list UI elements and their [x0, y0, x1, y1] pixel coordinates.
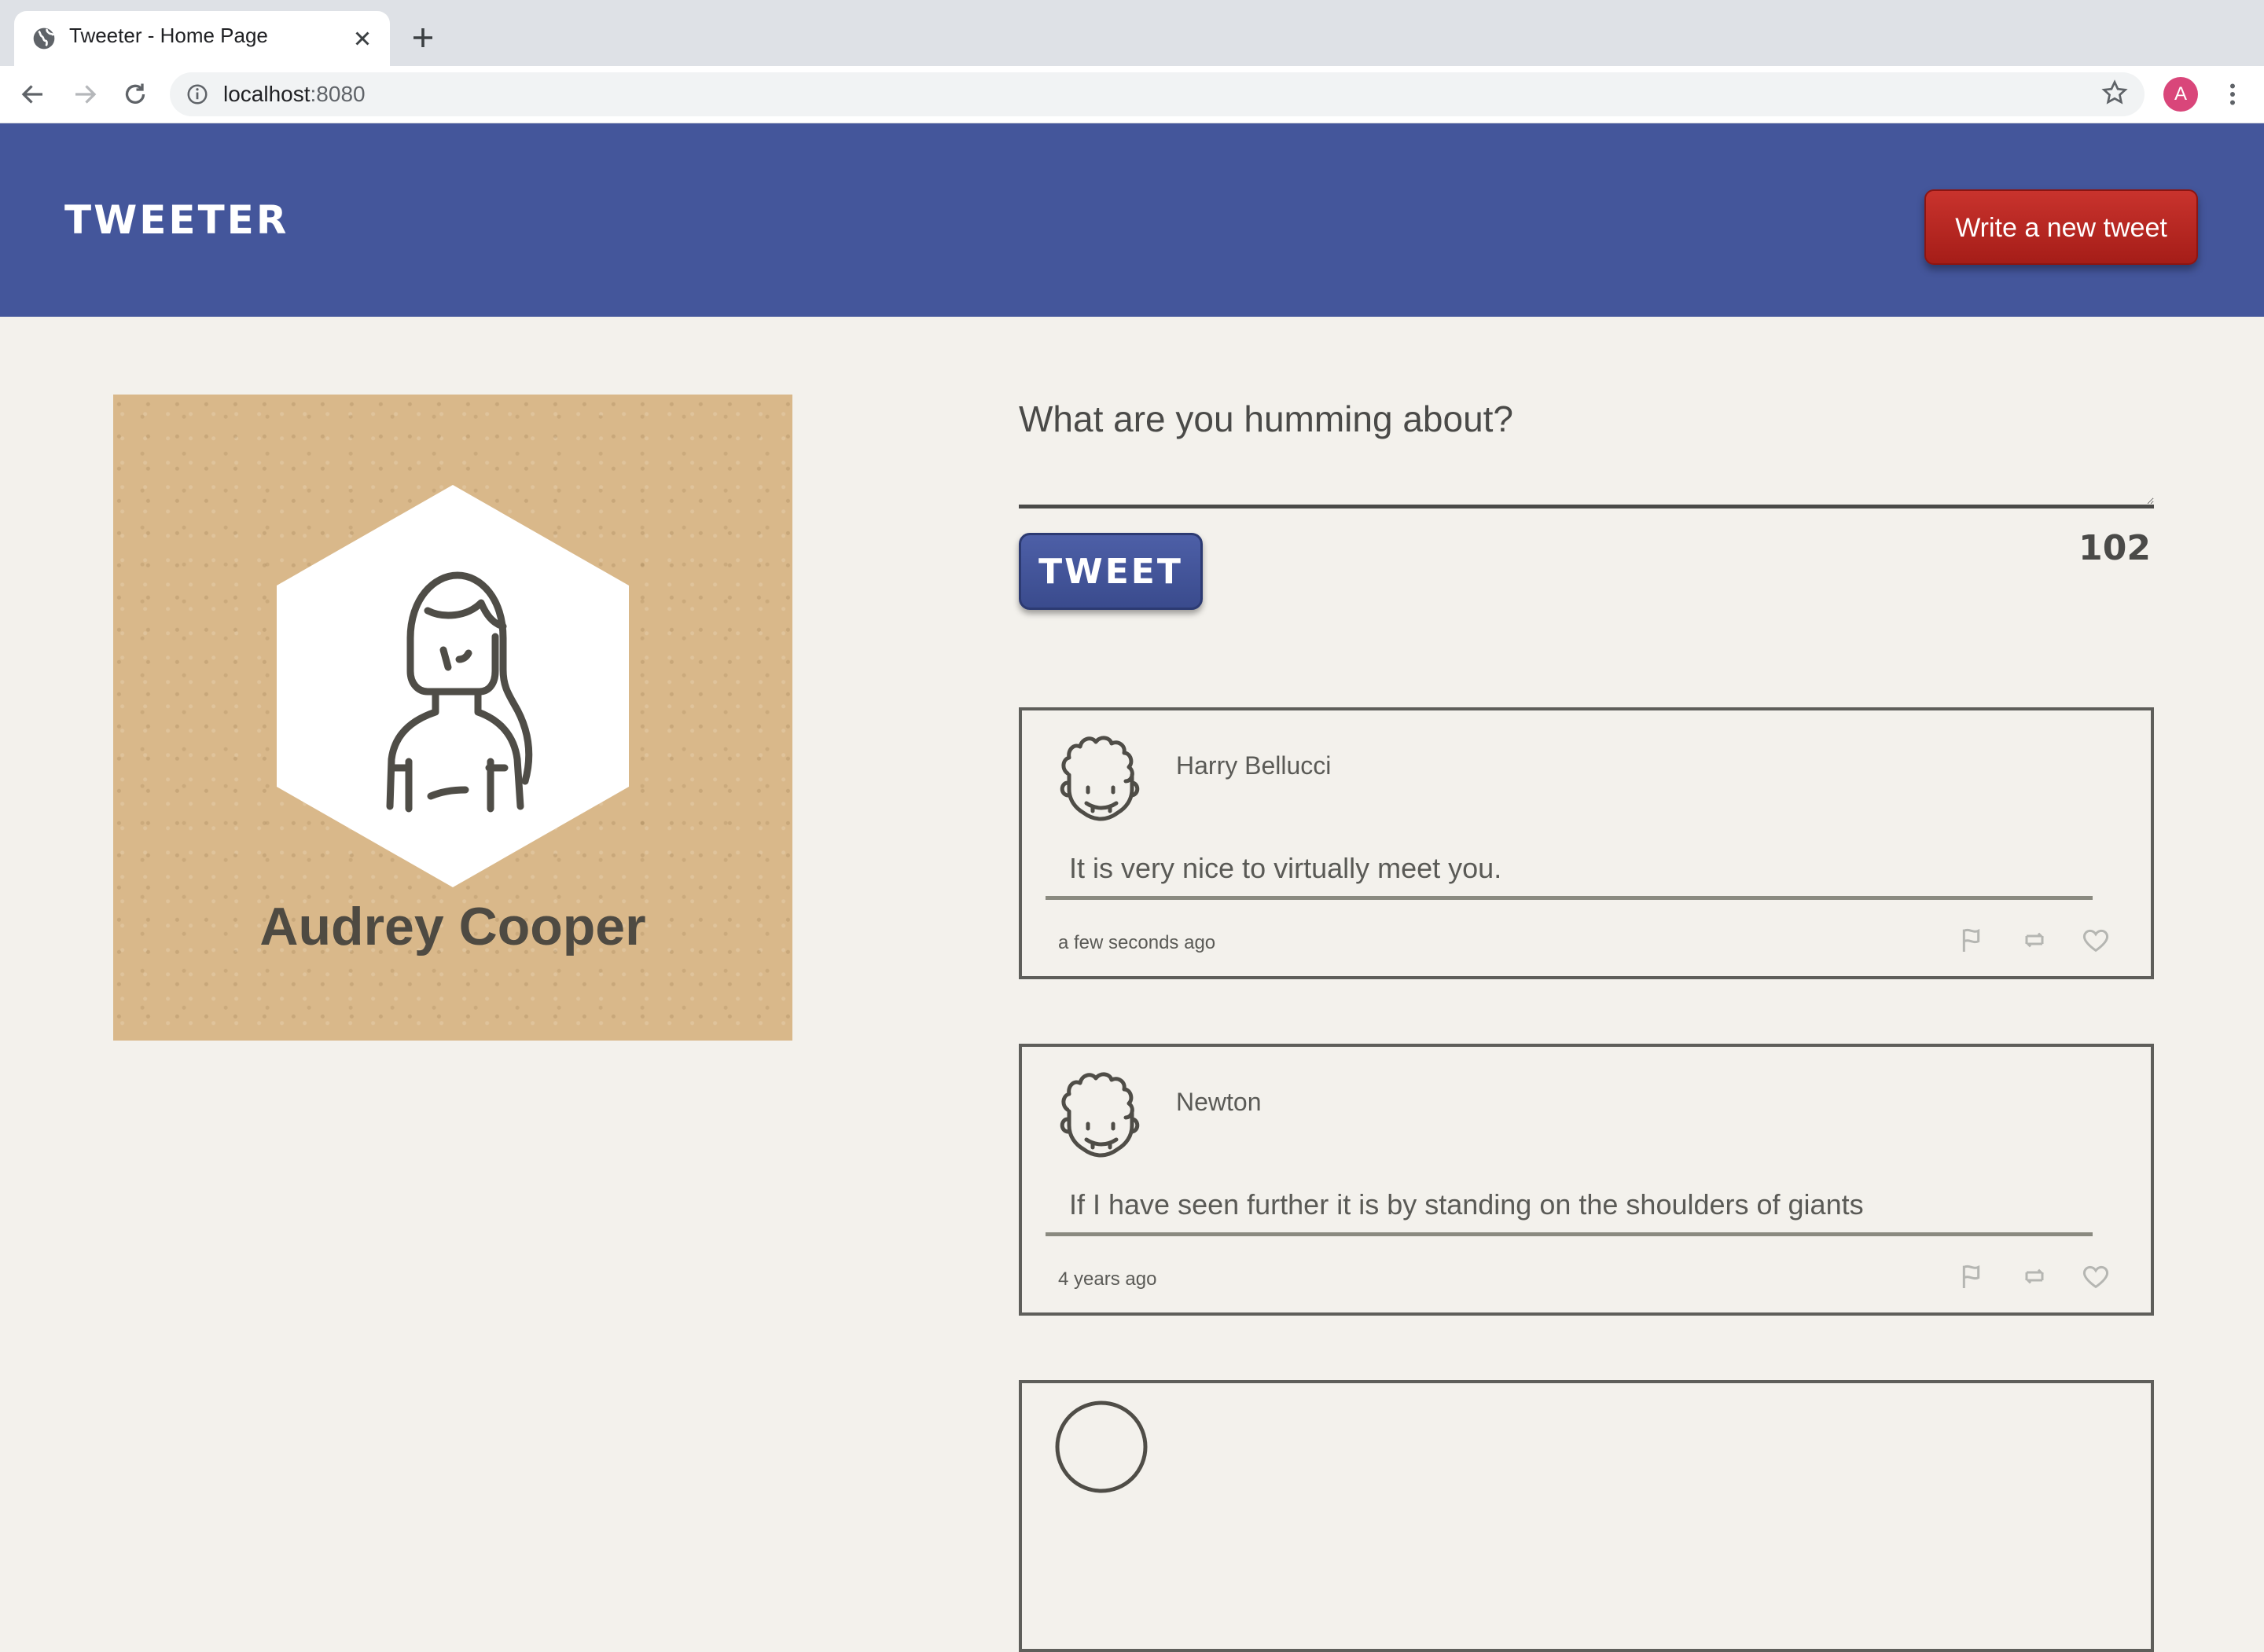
tweet-card	[1019, 1380, 2154, 1652]
tweet-author: Harry Bellucci	[1176, 751, 1332, 780]
write-new-tweet-button[interactable]: Write a new tweet	[1924, 189, 2198, 265]
tweet-input[interactable]	[1019, 440, 2154, 508]
author-avatar-icon	[1060, 1072, 1140, 1158]
flag-icon[interactable]	[1957, 1261, 1989, 1292]
heart-icon[interactable]	[2080, 1261, 2111, 1292]
profile-avatar[interactable]: A	[2163, 77, 2198, 112]
tweet-card: Harry Bellucci It is very nice to virtua…	[1019, 707, 2154, 979]
tweet-card: Newton If I have seen further it is by s…	[1019, 1044, 2154, 1316]
divider	[1046, 1232, 2093, 1236]
retweet-icon[interactable]	[2019, 924, 2050, 956]
user-avatar-icon	[277, 485, 629, 887]
info-icon[interactable]	[186, 83, 209, 106]
tweet-author: Newton	[1176, 1088, 1262, 1116]
url-port: :8080	[310, 82, 366, 106]
browser-toolbar: localhost:8080 A	[0, 66, 2264, 123]
divider	[1046, 896, 2093, 900]
url-host: localhost	[223, 82, 311, 106]
brand-logo: Tweeter	[64, 197, 289, 243]
profile-name: Audrey Cooper	[259, 897, 646, 956]
tweet-timestamp: 4 years ago	[1058, 1268, 1157, 1290]
tweet-text: If I have seen further it is by standing…	[1069, 1188, 1864, 1221]
browser-tab[interactable]: Tweeter - Home Page	[14, 11, 390, 66]
tweet-timestamp: a few seconds ago	[1058, 932, 1216, 953]
globe-icon	[33, 28, 55, 50]
heart-icon[interactable]	[2080, 924, 2111, 956]
forward-icon[interactable]	[71, 80, 99, 108]
new-tab-icon[interactable]	[409, 24, 437, 52]
retweet-icon[interactable]	[2019, 1261, 2050, 1292]
reload-icon[interactable]	[121, 80, 149, 108]
profile-card: Audrey Cooper	[113, 395, 792, 1041]
author-avatar-icon	[1060, 736, 1140, 821]
tab-title: Tweeter - Home Page	[69, 24, 268, 47]
author-avatar-icon	[1055, 1401, 1148, 1493]
browser-tabstrip: Tweeter - Home Page	[0, 0, 2264, 66]
back-icon[interactable]	[19, 80, 47, 108]
tweet-text: It is very nice to virtually meet you.	[1069, 852, 1502, 884]
address-bar[interactable]: localhost:8080	[170, 72, 2145, 116]
character-counter: 102	[2078, 528, 2151, 568]
kebab-menu-icon[interactable]	[2218, 80, 2247, 108]
url-text: localhost:8080	[223, 82, 366, 107]
bookmark-star-icon[interactable]	[2100, 79, 2129, 107]
flag-icon[interactable]	[1957, 924, 1989, 956]
close-icon[interactable]	[351, 27, 374, 50]
compose-prompt: What are you humming about?	[1019, 398, 1514, 440]
site-header: Tweeter Write a new tweet	[0, 123, 2264, 317]
tweet-submit-button[interactable]: Tweet	[1019, 533, 1203, 610]
